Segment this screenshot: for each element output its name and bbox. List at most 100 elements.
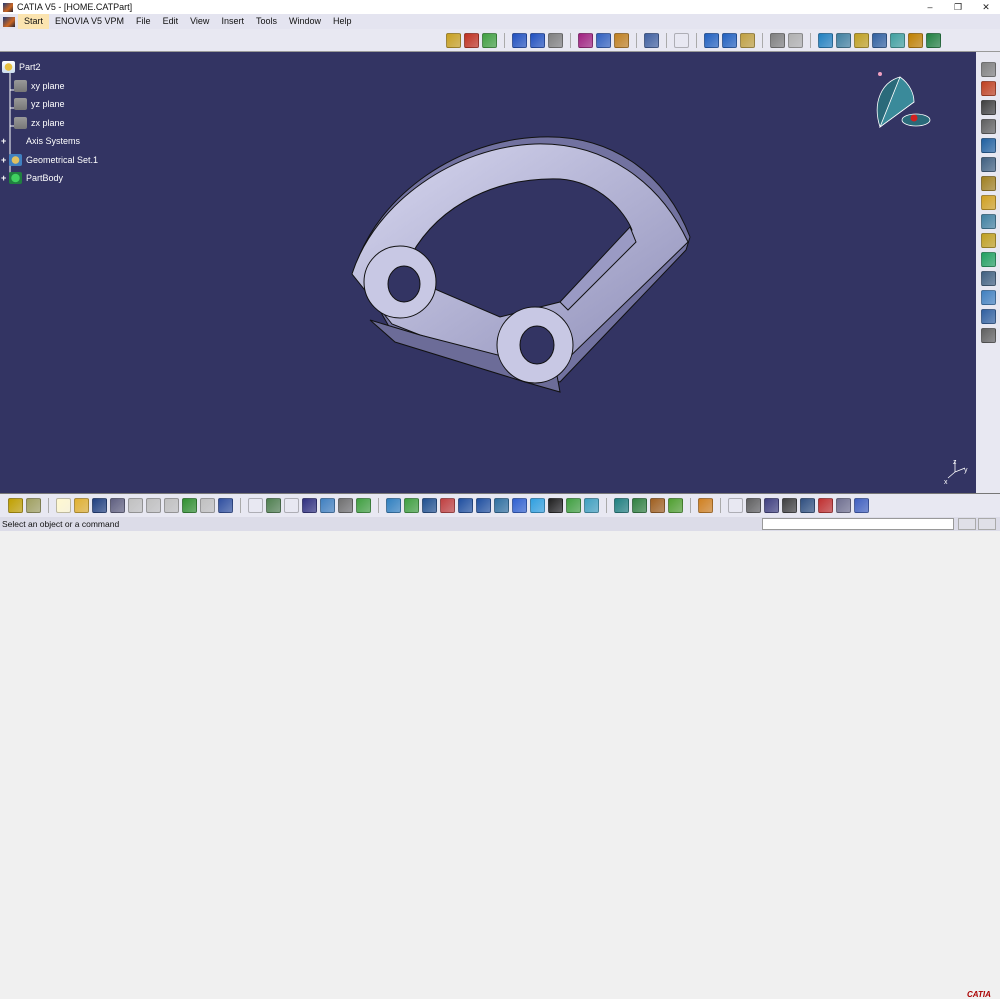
toolbar-command-icon[interactable] bbox=[704, 33, 719, 48]
toolbar-command-icon[interactable] bbox=[548, 498, 563, 513]
toolbar-command-icon[interactable] bbox=[92, 498, 107, 513]
toolbar-command-icon[interactable] bbox=[512, 33, 527, 48]
toolbar-command-icon[interactable] bbox=[338, 498, 353, 513]
command-input[interactable] bbox=[762, 518, 954, 530]
d-ring-part[interactable] bbox=[351, 136, 691, 393]
part-model[interactable]: z y x bbox=[0, 52, 976, 493]
toolbar-command-icon[interactable] bbox=[980, 100, 996, 115]
toolbar-command-icon[interactable] bbox=[980, 157, 996, 172]
toolbar-command-icon[interactable] bbox=[182, 498, 197, 513]
toolbar-command-icon[interactable] bbox=[584, 498, 599, 513]
document-icon[interactable] bbox=[3, 16, 15, 27]
menu-edit[interactable]: Edit bbox=[157, 14, 185, 29]
toolbar-command-icon[interactable] bbox=[566, 498, 581, 513]
toolbar-command-icon[interactable] bbox=[722, 33, 737, 48]
toolbar-command-icon[interactable] bbox=[980, 271, 996, 286]
toolbar-command-icon[interactable] bbox=[164, 498, 179, 513]
menu-view[interactable]: View bbox=[184, 14, 215, 29]
toolbar-command-icon[interactable] bbox=[440, 498, 455, 513]
toolbar-command-icon[interactable] bbox=[218, 498, 233, 513]
toolbar-command-icon[interactable] bbox=[200, 498, 215, 513]
menu-insert[interactable]: Insert bbox=[215, 14, 250, 29]
toolbar-command-icon[interactable] bbox=[980, 62, 996, 77]
toolbar-command-icon[interactable] bbox=[980, 138, 996, 153]
toolbar-command-icon[interactable] bbox=[302, 498, 317, 513]
toolbar-command-icon[interactable] bbox=[422, 498, 437, 513]
status-button-2[interactable] bbox=[978, 518, 996, 530]
toolbar-command-icon[interactable] bbox=[8, 498, 23, 513]
menu-help[interactable]: Help bbox=[327, 14, 358, 29]
toolbar-command-icon[interactable] bbox=[26, 498, 41, 513]
toolbar-command-icon[interactable] bbox=[596, 33, 611, 48]
toolbar-command-icon[interactable] bbox=[788, 33, 803, 48]
maximize-button[interactable]: ❐ bbox=[944, 0, 972, 14]
toolbar-command-icon[interactable] bbox=[980, 176, 996, 191]
toolbar-command-icon[interactable] bbox=[836, 33, 851, 48]
toolbar-command-icon[interactable] bbox=[980, 309, 996, 324]
toolbar-command-icon[interactable] bbox=[530, 498, 545, 513]
toolbar-command-icon[interactable] bbox=[980, 328, 996, 343]
compass-icon[interactable] bbox=[876, 72, 931, 129]
toolbar-command-icon[interactable] bbox=[872, 33, 887, 48]
toolbar-command-icon[interactable] bbox=[980, 214, 996, 229]
close-button[interactable]: ✕ bbox=[972, 0, 1000, 14]
toolbar-command-icon[interactable] bbox=[980, 81, 996, 96]
toolbar-command-icon[interactable] bbox=[74, 498, 89, 513]
toolbar-command-icon[interactable] bbox=[320, 498, 335, 513]
toolbar-command-icon[interactable] bbox=[980, 252, 996, 267]
menu-start[interactable]: Start bbox=[18, 14, 50, 29]
toolbar-command-icon[interactable] bbox=[854, 33, 869, 48]
toolbar-command-icon[interactable] bbox=[248, 498, 263, 513]
toolbar-command-icon[interactable] bbox=[578, 33, 593, 48]
toolbar-command-icon[interactable] bbox=[818, 498, 833, 513]
toolbar-command-icon[interactable] bbox=[494, 498, 509, 513]
toolbar-command-icon[interactable] bbox=[56, 498, 71, 513]
toolbar-command-icon[interactable] bbox=[770, 33, 785, 48]
toolbar-command-icon[interactable] bbox=[980, 233, 996, 248]
toolbar-command-icon[interactable] bbox=[482, 33, 497, 48]
toolbar-command-icon[interactable] bbox=[740, 33, 755, 48]
toolbar-command-icon[interactable] bbox=[632, 498, 647, 513]
toolbar-command-icon[interactable] bbox=[266, 498, 281, 513]
toolbar-command-icon[interactable] bbox=[836, 498, 851, 513]
toolbar-command-icon[interactable] bbox=[674, 33, 689, 48]
toolbar-command-icon[interactable] bbox=[146, 498, 161, 513]
3d-viewport[interactable]: Part2 xy plane yz plane zx plane + Axis Syst… bbox=[0, 52, 976, 493]
toolbar-command-icon[interactable] bbox=[764, 498, 779, 513]
menu-file[interactable]: File bbox=[130, 14, 157, 29]
toolbar-command-icon[interactable] bbox=[614, 498, 629, 513]
minimize-button[interactable]: – bbox=[916, 0, 944, 14]
toolbar-command-icon[interactable] bbox=[668, 498, 683, 513]
menu-tools[interactable]: Tools bbox=[250, 14, 283, 29]
toolbar-command-icon[interactable] bbox=[728, 498, 743, 513]
toolbar-command-icon[interactable] bbox=[284, 498, 299, 513]
toolbar-command-icon[interactable] bbox=[530, 33, 545, 48]
toolbar-command-icon[interactable] bbox=[818, 33, 833, 48]
toolbar-command-icon[interactable] bbox=[464, 33, 479, 48]
toolbar-command-icon[interactable] bbox=[650, 498, 665, 513]
toolbar-command-icon[interactable] bbox=[800, 498, 815, 513]
toolbar-command-icon[interactable] bbox=[548, 33, 563, 48]
toolbar-command-icon[interactable] bbox=[698, 498, 713, 513]
toolbar-command-icon[interactable] bbox=[458, 498, 473, 513]
toolbar-command-icon[interactable] bbox=[446, 33, 461, 48]
toolbar-command-icon[interactable] bbox=[908, 33, 923, 48]
toolbar-command-icon[interactable] bbox=[512, 498, 527, 513]
toolbar-command-icon[interactable] bbox=[746, 498, 761, 513]
toolbar-command-icon[interactable] bbox=[926, 33, 941, 48]
toolbar-command-icon[interactable] bbox=[854, 498, 869, 513]
menu-enovia-v5-vpm[interactable]: ENOVIA V5 VPM bbox=[49, 14, 130, 29]
toolbar-command-icon[interactable] bbox=[614, 33, 629, 48]
toolbar-command-icon[interactable] bbox=[128, 498, 143, 513]
toolbar-command-icon[interactable] bbox=[110, 498, 125, 513]
toolbar-command-icon[interactable] bbox=[980, 195, 996, 210]
toolbar-command-icon[interactable] bbox=[890, 33, 905, 48]
toolbar-command-icon[interactable] bbox=[980, 290, 996, 305]
menu-window[interactable]: Window bbox=[283, 14, 327, 29]
toolbar-command-icon[interactable] bbox=[644, 33, 659, 48]
toolbar-command-icon[interactable] bbox=[386, 498, 401, 513]
toolbar-command-icon[interactable] bbox=[356, 498, 371, 513]
toolbar-command-icon[interactable] bbox=[980, 119, 996, 134]
toolbar-command-icon[interactable] bbox=[782, 498, 797, 513]
toolbar-command-icon[interactable] bbox=[476, 498, 491, 513]
